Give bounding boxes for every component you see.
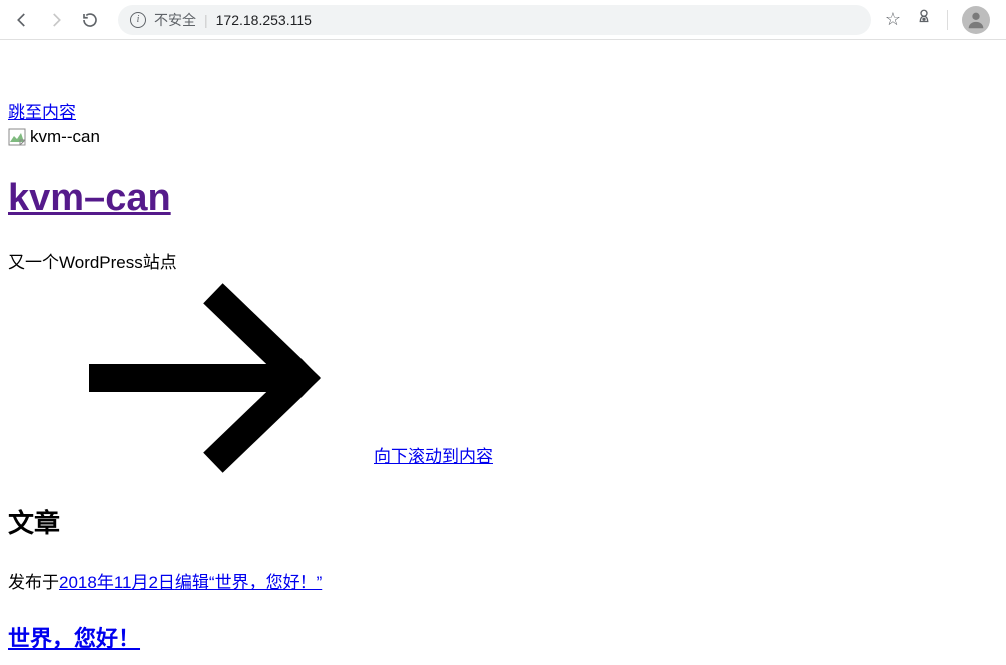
scroll-down-link[interactable]: 向下滚动到内容: [374, 442, 493, 467]
arrow-right-icon: [8, 283, 368, 473]
posts-heading: 文章: [8, 503, 998, 540]
separator: |: [204, 12, 208, 28]
post-date-link[interactable]: 2018年11月2日: [59, 573, 175, 592]
address-bar[interactable]: i 不安全 | 172.18.253.115: [118, 5, 871, 35]
broken-image-alt: kvm--can: [30, 127, 100, 147]
insecure-label: 不安全: [154, 10, 196, 30]
browser-toolbar: i 不安全 | 172.18.253.115 ☆: [0, 0, 1006, 40]
post-title-link[interactable]: 世界，您好！: [8, 626, 140, 651]
toolbar-right: ☆: [885, 6, 998, 34]
back-button[interactable]: [8, 6, 36, 34]
scroll-down-row: 向下滚动到内容: [8, 283, 998, 473]
bookmark-icon[interactable]: ☆: [885, 9, 901, 30]
site-title: kvm–can: [8, 177, 998, 220]
vertical-separator: [947, 10, 948, 30]
site-tagline: 又一个WordPress站点: [8, 248, 998, 273]
url-text: 172.18.253.115: [216, 12, 312, 28]
broken-image: kvm--can: [8, 127, 998, 147]
extension-icon[interactable]: [915, 8, 933, 31]
site-title-link[interactable]: kvm–can: [8, 177, 171, 219]
post-meta: 发布于2018年11月2日编辑“世界，您好！”: [8, 568, 998, 593]
post-title: 世界，您好！: [8, 621, 998, 653]
broken-image-icon: [8, 128, 26, 146]
skip-to-content-link[interactable]: 跳至内容: [8, 98, 76, 123]
page-content: 跳至内容 kvm--can kvm–can 又一个WordPress站点: [0, 40, 1006, 661]
profile-avatar[interactable]: [962, 6, 990, 34]
post-meta-prefix: 发布于: [8, 573, 59, 592]
info-icon: i: [130, 12, 146, 28]
forward-button[interactable]: [42, 6, 70, 34]
post-edit-link[interactable]: 编辑“世界，您好！”: [175, 573, 322, 592]
reload-button[interactable]: [76, 6, 104, 34]
